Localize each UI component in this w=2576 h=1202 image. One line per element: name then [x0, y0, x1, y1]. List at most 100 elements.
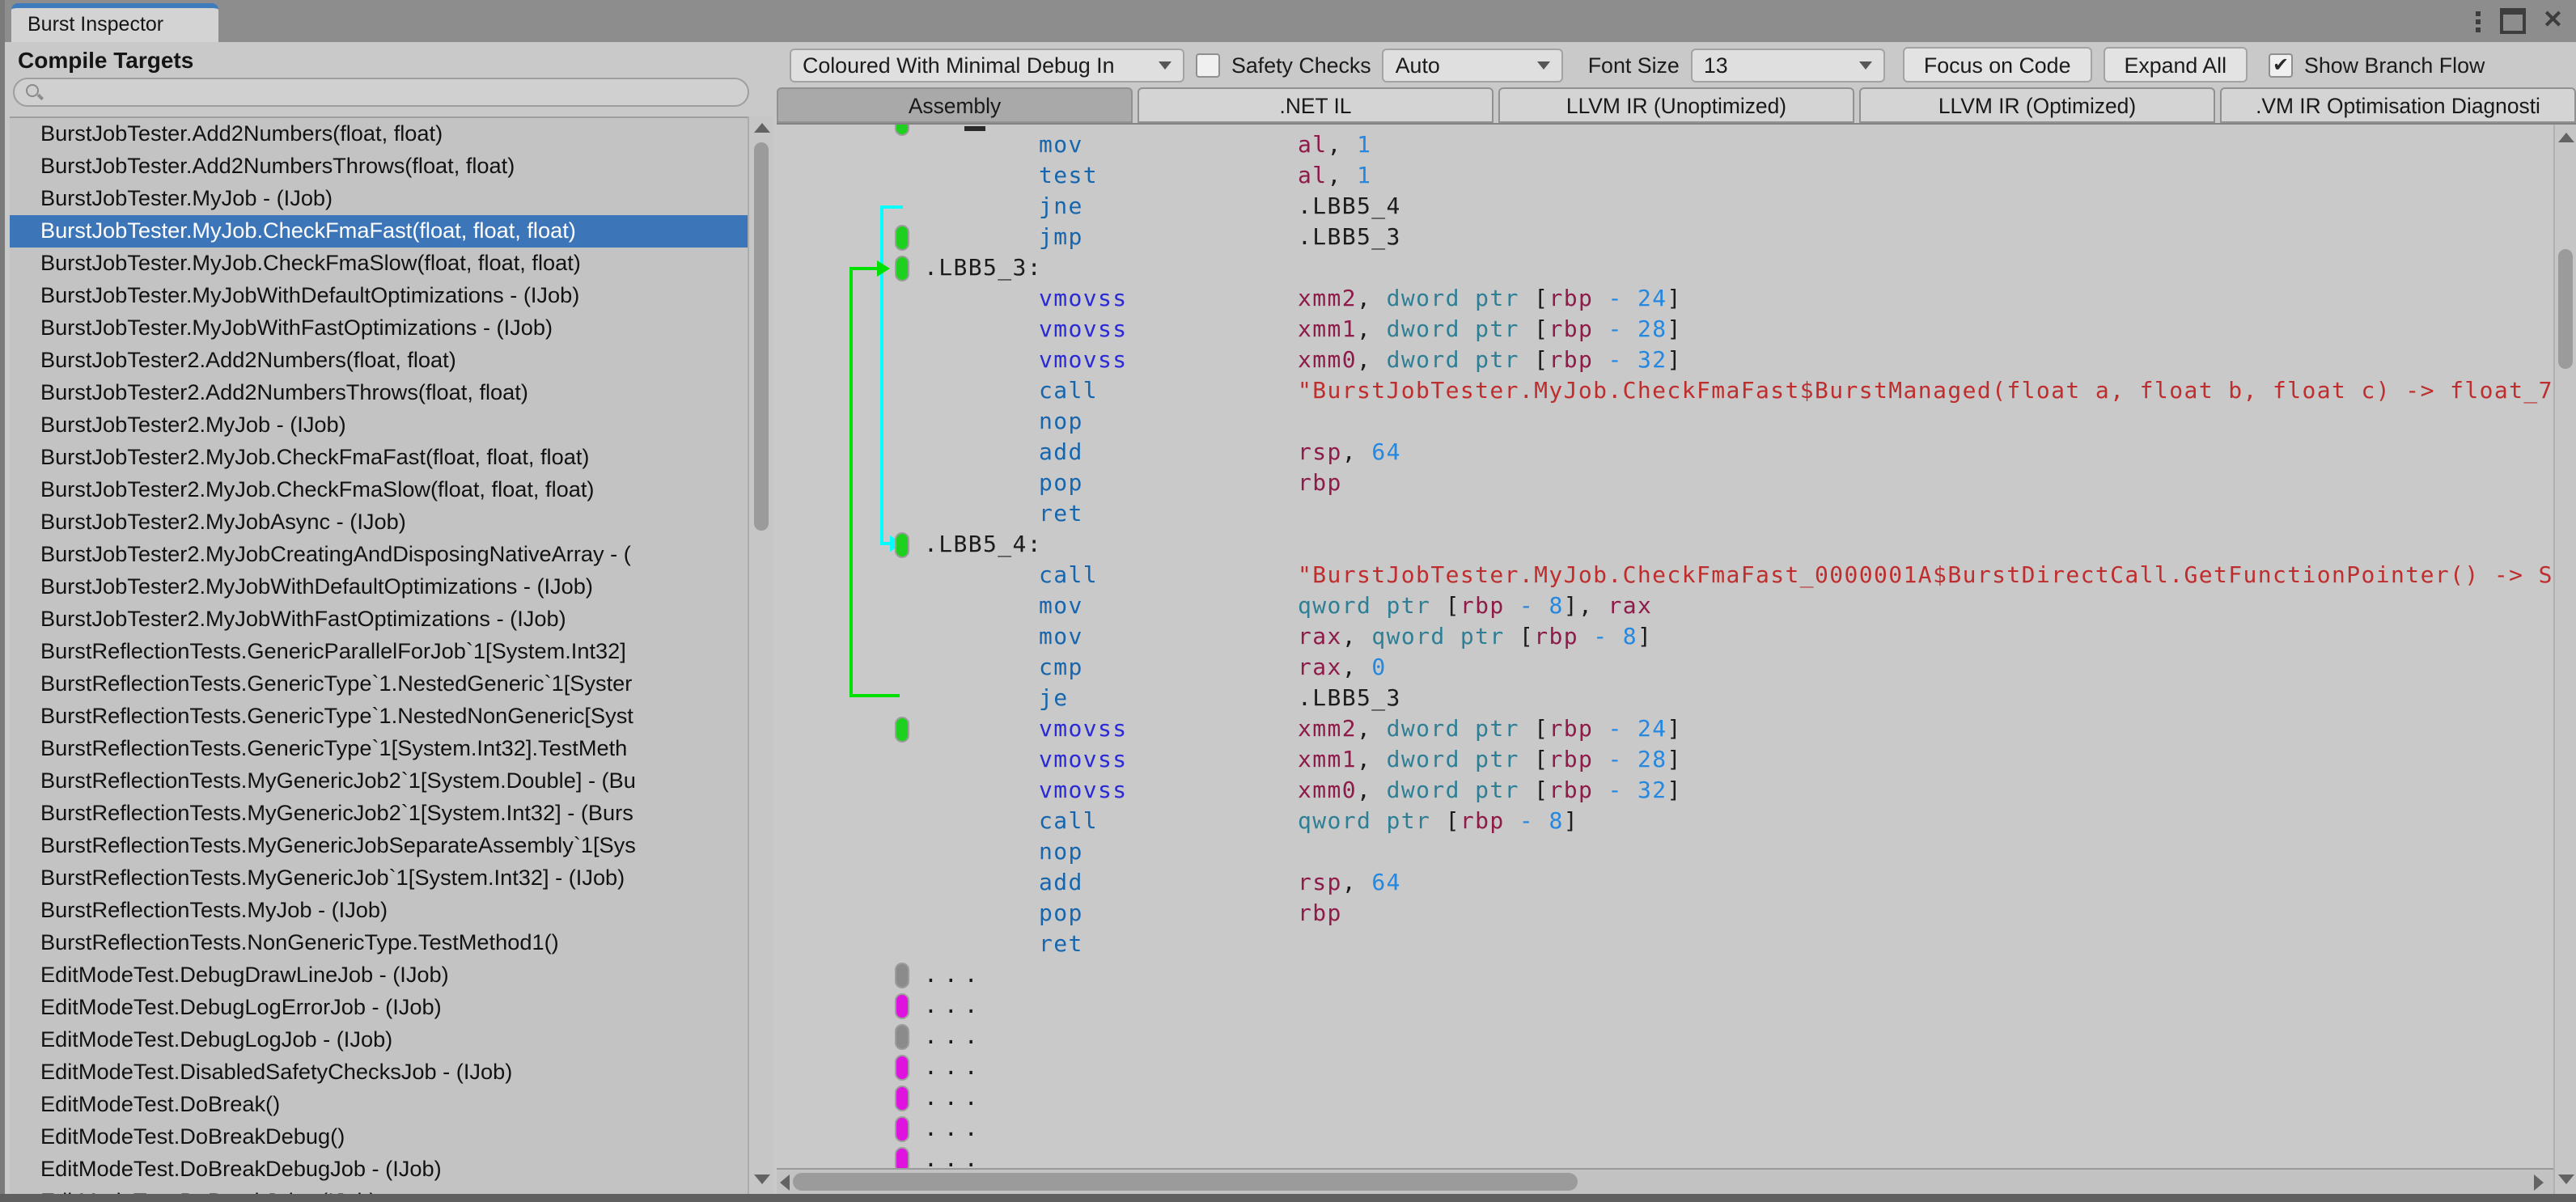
compile-target-item[interactable]: BurstJobTester.MyJob.CheckFmaFast(float,…	[10, 215, 748, 248]
compile-target-item[interactable]: BurstJobTester2.Add2Numbers(float, float…	[10, 345, 748, 377]
compile-target-list: BurstJobTester.Add2Numbers(float, float)…	[10, 116, 748, 1196]
kebab-menu-icon[interactable]	[2473, 7, 2485, 35]
code-line: mov qword ptr [rbp - 8], rax	[1039, 594, 1653, 620]
font-size-value: 13	[1703, 53, 1728, 77]
compile-target-item[interactable]: BurstReflectionTests.MyGenericJobSeparat…	[10, 830, 748, 862]
code-line: pop rbp	[1039, 901, 1342, 927]
compile-target-item[interactable]: BurstJobTester.Add2Numbers(float, float)	[10, 118, 748, 150]
compile-target-item[interactable]: BurstJobTester2.MyJobAsync - (IJob)	[10, 506, 748, 539]
compile-target-item[interactable]: EditModeTest.DebugDrawLineJob - (IJob)	[10, 959, 748, 992]
compile-target-item[interactable]: BurstJobTester2.MyJob.CheckFmaFast(float…	[10, 442, 748, 474]
compile-target-item[interactable]: BurstJobTester2.MyJobWithDefaultOptimiza…	[10, 571, 748, 603]
block-marker[interactable]	[895, 532, 909, 558]
compile-target-item[interactable]: BurstJobTester.MyJobWithFastOptimization…	[10, 312, 748, 345]
show-branch-flow-label: Show Branch Flow	[2304, 53, 2485, 77]
code-line: .LBB5_4:	[777, 531, 2553, 561]
tab-llvm-ir-unoptimized-[interactable]: LLVM IR (Unoptimized)	[1498, 87, 1854, 123]
compile-target-item[interactable]: BurstJobTester.MyJob.CheckFmaSlow(float,…	[10, 248, 748, 280]
compile-target-item[interactable]: BurstReflectionTests.GenericType`1.Neste…	[10, 700, 748, 733]
compile-target-item[interactable]: EditModeTest.DebugLogJob - (IJob)	[10, 1024, 748, 1056]
maximize-icon[interactable]	[2500, 8, 2527, 34]
block-marker[interactable]	[895, 256, 909, 281]
block-marker[interactable]	[895, 993, 909, 1019]
code-hscrollbar-thumb[interactable]	[793, 1173, 1578, 1191]
search-field[interactable]	[13, 78, 749, 107]
tab-llvm-ir-optimized-[interactable]: LLVM IR (Optimized)	[1859, 87, 2215, 123]
focus-on-code-button[interactable]: Focus on Code	[1902, 47, 2092, 83]
block-marker[interactable]	[895, 225, 909, 251]
code-line: call qword ptr [rbp - 8]	[1039, 809, 1578, 835]
safety-mode-dropdown[interactable]: Auto	[1382, 48, 1564, 82]
code-line: ret	[1039, 502, 1083, 527]
code-line: ...	[777, 1115, 2553, 1145]
safety-mode-value: Auto	[1395, 53, 1440, 77]
compile-target-item[interactable]: BurstReflectionTests.MyGenericJob2`1[Sys…	[10, 798, 748, 830]
block-marker[interactable]	[895, 1147, 909, 1168]
code-line: nop	[1039, 840, 1083, 866]
window-tab-burst-inspector[interactable]: Burst Inspector	[11, 3, 218, 42]
search-icon	[24, 83, 44, 102]
compile-target-item[interactable]: BurstJobTester.MyJob - (IJob)	[10, 183, 748, 215]
code-line: vmovss xmm2, dword ptr [rbp - 24]	[777, 715, 2553, 746]
compile-target-item[interactable]: BurstReflectionTests.MyJob - (IJob)	[10, 895, 748, 927]
code-vertical-scrollbar[interactable]	[2553, 125, 2576, 1194]
scroll-up-icon[interactable]	[2558, 133, 2574, 142]
expand-all-button[interactable]: Expand All	[2103, 47, 2248, 83]
code-line: ...	[777, 1145, 2553, 1168]
compile-target-item[interactable]: BurstJobTester2.Add2NumbersThrows(float,…	[10, 377, 748, 409]
compile-target-item[interactable]: BurstReflectionTests.MyGenericJob`1[Syst…	[10, 862, 748, 895]
compile-target-item[interactable]: EditModeTest.DoBreak()	[10, 1089, 748, 1121]
assembly-toolbar: Coloured With Minimal Debug In Safety Ch…	[790, 47, 2570, 83]
list-vertical-scrollbar[interactable]	[748, 116, 773, 1194]
compile-target-item[interactable]: BurstReflectionTests.GenericParallelForJ…	[10, 636, 748, 668]
code-line: ...	[777, 992, 2553, 1022]
list-scrollbar-thumb[interactable]	[754, 142, 769, 531]
code-horizontal-scrollbar[interactable]	[777, 1168, 2553, 1194]
code-line: test al, 1	[1039, 163, 1372, 189]
scroll-up-icon[interactable]	[754, 123, 770, 133]
compile-target-item[interactable]: BurstJobTester2.MyJobWithFastOptimizatio…	[10, 603, 748, 636]
code-scrollbar-thumb[interactable]	[2558, 249, 2573, 369]
show-branch-flow-checkbox[interactable]: ✔	[2269, 53, 2294, 77]
tab-assembly[interactable]: Assembly	[777, 87, 1133, 123]
block-marker[interactable]	[895, 717, 909, 743]
compile-target-item[interactable]: EditModeTest.DebugLogErrorJob - (IJob)	[10, 992, 748, 1024]
view-mode-dropdown[interactable]: Coloured With Minimal Debug In	[790, 48, 1184, 82]
block-marker[interactable]	[895, 1086, 909, 1111]
scroll-down-icon[interactable]	[2558, 1174, 2574, 1184]
compile-target-item[interactable]: EditModeTest.DisabledSafetyChecksJob - (…	[10, 1056, 748, 1089]
search-input[interactable]	[44, 79, 748, 105]
safety-checks-label: Safety Checks	[1231, 53, 1371, 77]
safety-checks-checkbox[interactable]	[1196, 53, 1220, 77]
code-line: mov al, 1	[1039, 133, 1372, 159]
compile-targets-panel: Compile Targets BurstJobTester.Add2Numbe…	[5, 42, 777, 1196]
scroll-right-icon[interactable]	[2534, 1174, 2544, 1191]
compile-target-item[interactable]: BurstReflectionTests.GenericType`1.Neste…	[10, 668, 748, 700]
block-marker[interactable]	[895, 963, 909, 988]
code-line: vmovss xmm1, dword ptr [rbp - 28]	[1039, 317, 1682, 343]
compile-target-item[interactable]: BurstJobTester2.MyJob.CheckFmaSlow(float…	[10, 474, 748, 506]
compile-target-item[interactable]: EditModeTest.DoBreakDebug()	[10, 1121, 748, 1153]
compile-target-item[interactable]: BurstJobTester.Add2NumbersThrows(float, …	[10, 150, 748, 183]
scroll-down-icon[interactable]	[754, 1174, 770, 1184]
compile-target-item[interactable]: EditModeTest.DoBreakDebugJob - (IJob)	[10, 1153, 748, 1186]
font-size-dropdown[interactable]: 13	[1690, 48, 1885, 82]
compile-target-item[interactable]: BurstJobTester2.MyJobCreatingAndDisposin…	[10, 539, 748, 571]
close-icon[interactable]: ✕	[2543, 6, 2563, 36]
tab--net-il[interactable]: .NET IL	[1138, 87, 1493, 123]
chevron-down-icon	[1159, 61, 1171, 69]
assembly-code-view[interactable]: mov al, 1 test al, 1 jne .LBB5_4 jmp .LBB5_3 .LB…	[777, 125, 2553, 1168]
compile-target-item[interactable]: BurstJobTester2.MyJob - (IJob)	[10, 409, 748, 442]
block-marker[interactable]	[895, 1024, 909, 1050]
code-line: ret	[1039, 932, 1083, 958]
scroll-left-icon[interactable]	[780, 1174, 790, 1191]
block-marker[interactable]	[895, 1116, 909, 1142]
tab--vm-ir-optimisation-diagnosti[interactable]: .VM IR Optimisation Diagnosti	[2220, 87, 2576, 123]
compile-target-item[interactable]: BurstReflectionTests.MyGenericJob2`1[Sys…	[10, 765, 748, 798]
compile-target-item[interactable]: BurstReflectionTests.NonGenericType.Test…	[10, 927, 748, 959]
compile-target-item[interactable]: BurstJobTester.MyJobWithDefaultOptimizat…	[10, 280, 748, 312]
compile-target-item[interactable]: BurstReflectionTests.GenericType`1[Syste…	[10, 733, 748, 765]
code-line: add rsp, 64	[1039, 440, 1401, 466]
chevron-down-icon	[1537, 61, 1551, 69]
block-marker[interactable]	[895, 1055, 909, 1081]
